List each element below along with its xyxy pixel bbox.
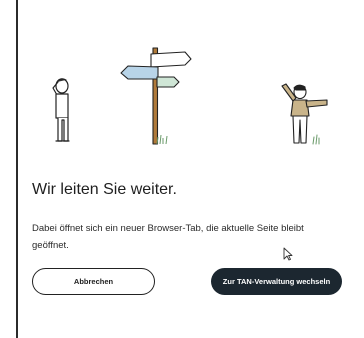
switch-to-tan-management-button[interactable]: Zur TAN-Verwaltung wechseln bbox=[211, 268, 342, 295]
person-hand-on-head-icon bbox=[52, 78, 70, 142]
person-pointing-icon bbox=[281, 83, 328, 145]
mouse-cursor-icon bbox=[283, 247, 293, 261]
signpost-icon bbox=[120, 47, 192, 145]
dialog-title: Wir leiten Sie weiter. bbox=[32, 181, 177, 198]
redirect-illustration bbox=[52, 47, 328, 145]
dialog-message: Dabei öffnet sich ein neuer Browser-Tab,… bbox=[32, 223, 304, 251]
cancel-button[interactable]: Abbrechen bbox=[32, 268, 155, 295]
